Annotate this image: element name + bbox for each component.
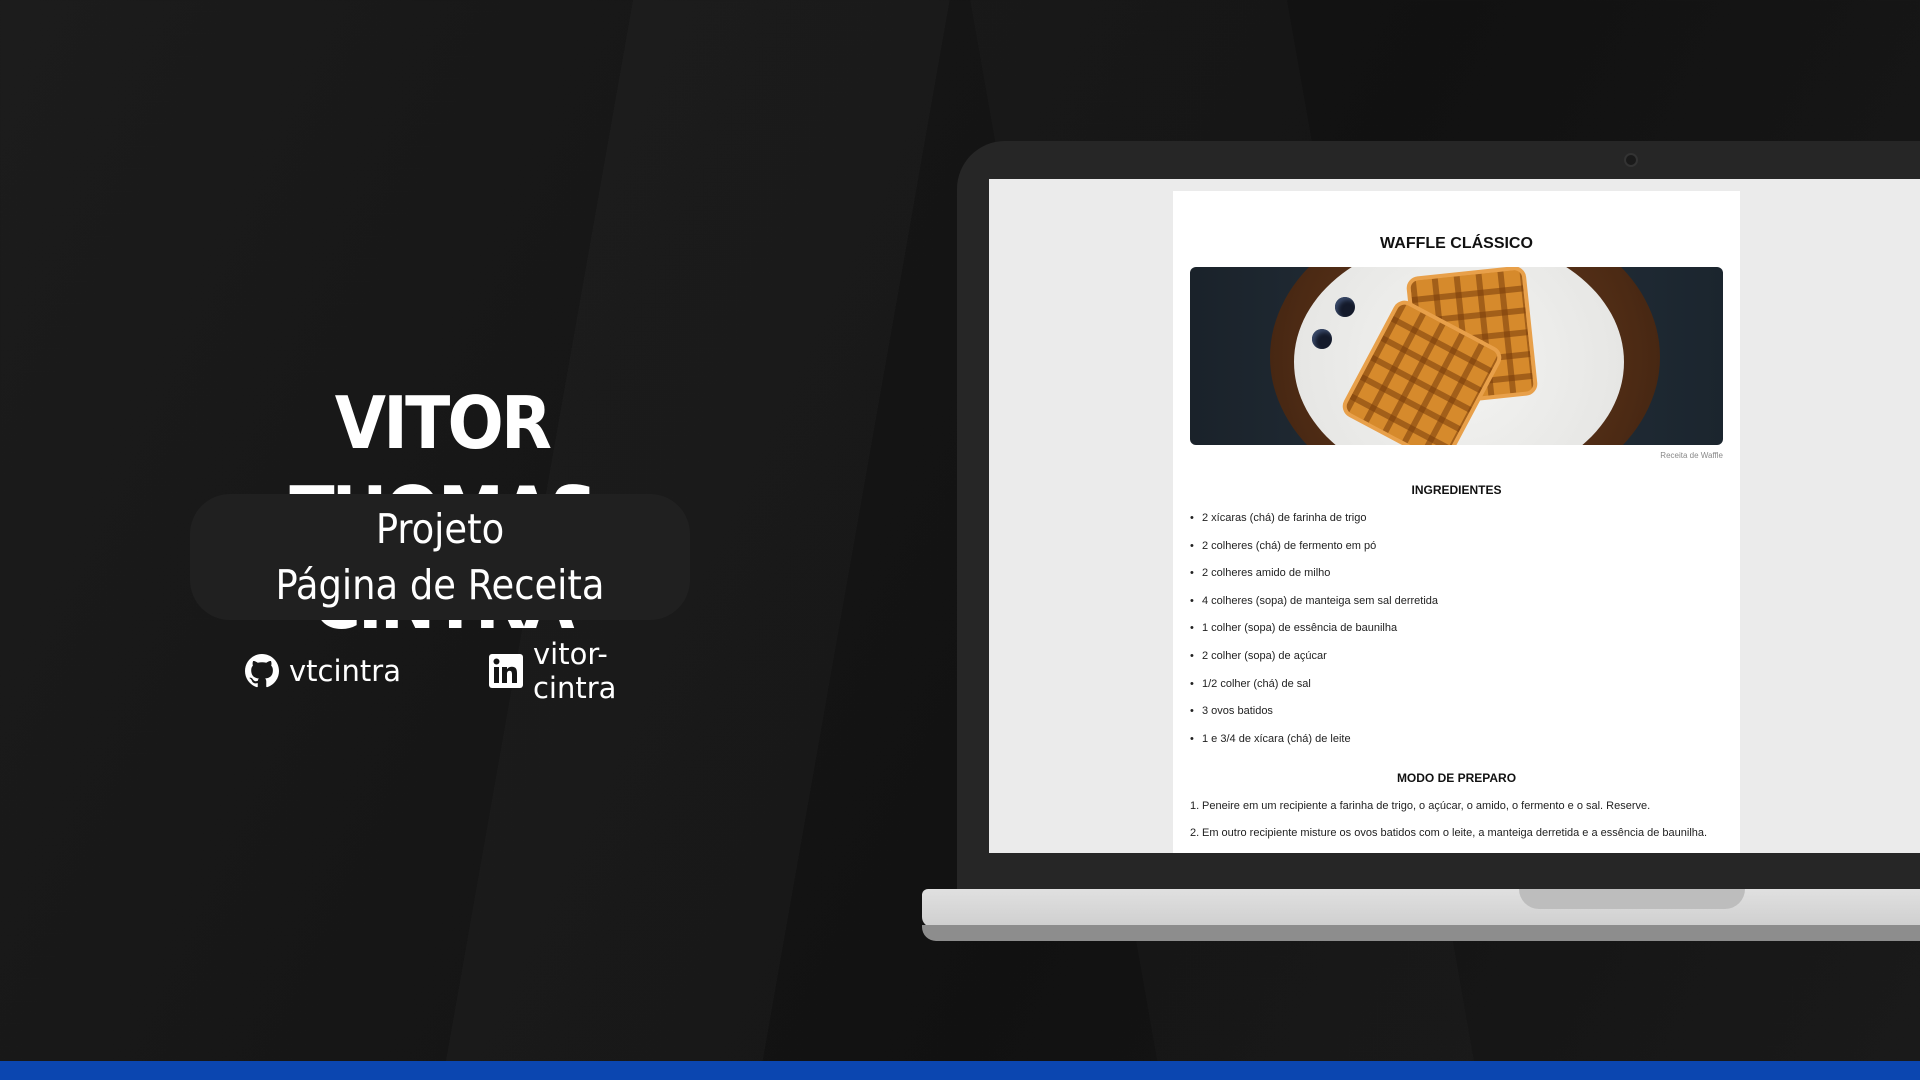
step-number: 1.: [1190, 800, 1200, 813]
list-item: 2. Em outro recipiente misture os ovos b…: [1190, 827, 1723, 840]
linkedin-link[interactable]: vitor-cintra: [488, 637, 645, 705]
list-item: 2 colheres amido de milho: [1190, 567, 1723, 595]
recipe-image: [1190, 267, 1723, 445]
blueberry: [1312, 329, 1332, 349]
steps-heading: MODO DE PREPARO: [1396, 771, 1517, 786]
list-item: 3 ovos batidos: [1190, 705, 1723, 733]
image-caption: Receita de Waffle: [1660, 451, 1723, 460]
project-badge: Projeto Página de Receita: [190, 494, 690, 620]
accent-bar: [0, 1061, 1920, 1080]
ingredients-heading: INGREDIENTES: [1411, 483, 1502, 497]
linkedin-username: vitor-cintra: [532, 637, 617, 705]
list-item: 1 e 3/4 de xícara (chá) de leite: [1190, 733, 1723, 761]
list-item: 2 colheres (chá) de fermento em pó: [1190, 540, 1723, 568]
list-item: 1/2 colher (chá) de sal: [1190, 678, 1723, 706]
camera-icon: [1624, 153, 1638, 167]
steps-list: 1. Peneire em um recipiente a farinha de…: [1190, 800, 1723, 840]
step-text: Peneire em um recipiente a farinha de tr…: [1202, 800, 1651, 813]
step-text: Em outro recipiente misture os ovos bati…: [1202, 827, 1708, 840]
ingredients-list: 2 xícaras (chá) de farinha de trigo 2 co…: [1190, 512, 1723, 760]
list-item: 2 colher (sopa) de açúcar: [1190, 650, 1723, 678]
laptop-base: [922, 889, 1920, 927]
laptop-base-edge: [922, 925, 1920, 941]
laptop-notch: [1519, 889, 1745, 909]
github-link[interactable]: vtcintra: [245, 654, 401, 688]
project-name: Página de Receita: [275, 561, 605, 609]
social-links: vtcintra vitor-cintra: [245, 637, 645, 705]
project-label: Projeto: [375, 505, 505, 553]
github-icon: [245, 654, 279, 688]
list-item: 1. Peneire em um recipiente a farinha de…: [1190, 800, 1723, 813]
linkedin-icon: [488, 654, 523, 688]
blueberry: [1335, 297, 1355, 317]
list-item: 4 colheres (sopa) de manteiga sem sal de…: [1190, 595, 1723, 623]
github-username: vtcintra: [289, 654, 401, 688]
recipe-card: WAFFLE CLÁSSICO Receita de Waffle INGRED…: [1173, 191, 1740, 853]
laptop-screen: WAFFLE CLÁSSICO Receita de Waffle INGRED…: [989, 179, 1920, 853]
list-item: 2 xícaras (chá) de farinha de trigo: [1190, 512, 1723, 540]
recipe-title: WAFFLE CLÁSSICO: [1380, 235, 1533, 252]
list-item: 1 colher (sopa) de essência de baunilha: [1190, 622, 1723, 650]
step-number: 2.: [1190, 827, 1200, 840]
